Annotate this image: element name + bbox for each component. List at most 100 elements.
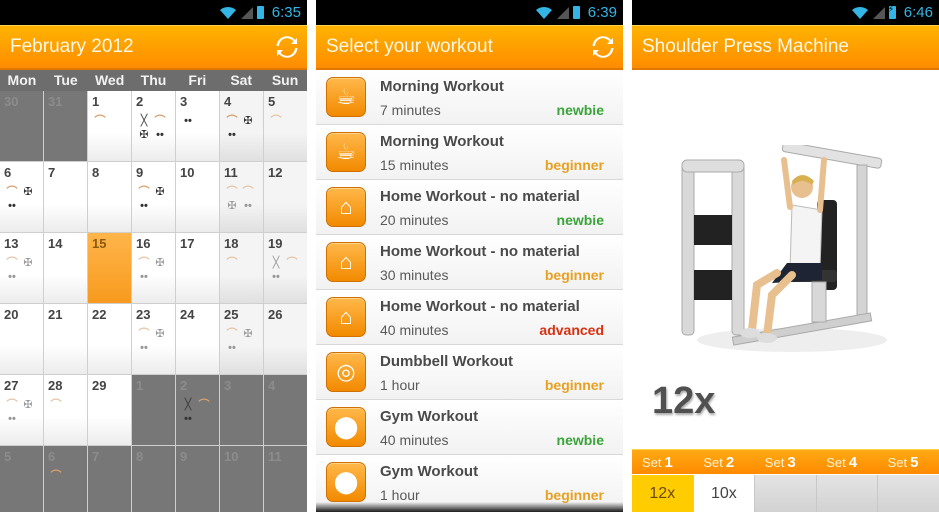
workout-level-badge: newbie <box>556 211 604 228</box>
calendar-day[interactable]: 10 <box>176 162 219 232</box>
calendar-day[interactable]: 6 ⌒ ✠ •• <box>0 162 43 232</box>
calendar-day[interactable]: 1 ⌒ <box>88 91 131 161</box>
set-reps-cell[interactable] <box>755 475 816 512</box>
workout-icons: ⌒ ✠ •• <box>225 115 260 141</box>
workout-duration: 7 minutes <box>380 101 441 118</box>
bike-icon: ✠ <box>155 186 165 198</box>
calendar-day[interactable]: 2 ╳ ⌒ ✠ •• <box>132 91 175 161</box>
set-label[interactable]: Set 5 <box>878 454 939 471</box>
calendar-day[interactable]: 20 <box>0 304 43 374</box>
day-number: 20 <box>4 307 19 322</box>
dumbbell-icon: •• <box>184 115 192 127</box>
day-number: 29 <box>92 378 107 393</box>
calendar-day[interactable]: 21 <box>44 304 87 374</box>
set-reps-cell[interactable] <box>878 475 939 512</box>
workout-list-item[interactable]: ⬤ Gym Workout 40 minutes newbie <box>316 400 623 455</box>
set-number: 2 <box>725 453 735 471</box>
day-number: 16 <box>136 236 151 251</box>
day-number: 7 <box>92 449 100 464</box>
set-label[interactable]: Set 1 <box>632 454 693 471</box>
workout-list-item[interactable]: ⌂ Home Workout - no material 20 minutes new… <box>316 180 623 235</box>
calendar-day[interactable]: 24 <box>176 304 219 374</box>
calendar-day[interactable]: 10 <box>220 446 263 512</box>
workout-list-item[interactable]: ⌂ Home Workout - no material 30 minutes beg… <box>316 235 623 290</box>
calendar-day[interactable]: 23 ⌒ ✠ •• <box>132 304 175 374</box>
workout-list-item[interactable]: ◎ Dumbbell Workout 1 hour beginner <box>316 345 623 400</box>
calendar-day[interactable]: 29 <box>88 375 131 445</box>
day-number: 2 <box>136 94 144 109</box>
workout-duration: 40 minutes <box>380 321 449 338</box>
battery-icon <box>256 6 264 19</box>
calendar-day[interactable]: 4 <box>264 375 307 445</box>
workout-level-badge: advanced <box>539 321 604 338</box>
battery-charging-icon <box>888 4 896 19</box>
day-number: 10 <box>180 165 195 180</box>
workout-list-item[interactable]: ☕ Morning Workout 7 minutes newbie <box>316 70 623 125</box>
day-number: 18 <box>224 236 239 251</box>
arm-icon: ⌒ <box>226 186 238 198</box>
calendar-day[interactable]: 5 <box>0 446 43 512</box>
house-icon: ⌂ <box>326 297 366 337</box>
set-number: 4 <box>848 453 858 471</box>
calendar-day[interactable]: 17 <box>176 233 219 303</box>
calendar-day-today[interactable]: 15 <box>88 233 131 303</box>
workout-list-item[interactable]: ☕ Morning Workout 15 minutes beginner <box>316 125 623 180</box>
workout-list-item[interactable]: ⌂ Home Workout - no material 40 minutes adv… <box>316 290 623 345</box>
calendar-day[interactable]: 31 <box>44 91 87 161</box>
refresh-icon[interactable] <box>591 35 615 59</box>
calendar-day[interactable]: 11 ⌒ ⌒ ✠ •• <box>220 162 263 232</box>
calendar-day[interactable]: 4 ⌒ ✠ •• <box>220 91 263 161</box>
calendar-day[interactable]: 25 ⌒ ✠ •• <box>220 304 263 374</box>
calendar-day[interactable]: 3 <box>220 375 263 445</box>
calendar-day[interactable]: 14 <box>44 233 87 303</box>
dumbbell-icon: •• <box>8 271 16 283</box>
calendar-day[interactable]: 30 <box>0 91 43 161</box>
workout-icons: ⌒ ✠ •• <box>137 328 172 354</box>
calendar-day[interactable]: 18 ⌒ <box>220 233 263 303</box>
calendar-day[interactable]: 1 <box>132 375 175 445</box>
workout-icons: ⌒ ✠ •• <box>5 257 40 283</box>
calendar-day[interactable]: 6 ⌒ <box>44 446 87 512</box>
page-title: Shoulder Press Machine <box>642 36 849 57</box>
set-label[interactable]: Set 3 <box>755 454 816 471</box>
calendar-day[interactable]: 2 ╳ ⌒ •• <box>176 375 219 445</box>
set-reps-cell[interactable] <box>816 475 878 512</box>
refresh-icon[interactable] <box>275 35 299 59</box>
arm-icon: ⌒ <box>226 328 238 340</box>
day-number: 24 <box>180 307 195 322</box>
day-number: 11 <box>224 165 238 180</box>
calendar-day[interactable]: 27 ⌒ ✠ •• <box>0 375 43 445</box>
set-label[interactable]: Set 4 <box>816 454 877 471</box>
calendar-day[interactable]: 26 <box>264 304 307 374</box>
set-label[interactable]: Set 2 <box>693 454 754 471</box>
bike-icon: ✠ <box>243 328 253 340</box>
day-number: 14 <box>48 236 63 251</box>
calendar-day[interactable]: 28 ⌒ <box>44 375 87 445</box>
day-number: 8 <box>136 449 144 464</box>
set-number: 5 <box>910 453 919 471</box>
calendar-day[interactable]: 19 ╳ ⌒ •• <box>264 233 307 303</box>
calendar-day[interactable]: 7 <box>44 162 87 232</box>
calendar-day[interactable]: 5 ⌒ <box>264 91 307 161</box>
calendar-day[interactable]: 9 <box>176 446 219 512</box>
bike-icon: ✠ <box>139 129 149 141</box>
set-reps-cell[interactable]: 12x <box>632 475 693 512</box>
status-bar: 6:39 <box>316 0 623 25</box>
calendar-day[interactable]: 9 ⌒ ✠ •• <box>132 162 175 232</box>
set-reps-cell[interactable]: 10x <box>693 475 755 512</box>
calendar-day[interactable]: 7 <box>88 446 131 512</box>
calendar-day[interactable]: 22 <box>88 304 131 374</box>
calendar-day[interactable]: 3 •• <box>176 91 219 161</box>
status-time: 6:39 <box>587 4 617 21</box>
calendar-grid: 30 31 1 ⌒ 2 ╳ ⌒ ✠ •• 3 •• 4 ⌒ ✠ •• 5 ⌒ 6 ⌒ ✠ •• 7 8 9 ⌒ ✠ •• 10 11 ⌒ ⌒… <box>0 91 307 512</box>
calendar-day[interactable]: 16 ⌒ ✠ •• <box>132 233 175 303</box>
set-number: 3 <box>787 453 796 471</box>
workout-icons: ⌒ <box>49 399 84 411</box>
calendar-day[interactable]: 8 <box>88 162 131 232</box>
arm-icon: ⌒ <box>50 399 62 411</box>
calendar-day[interactable]: 11 <box>264 446 307 512</box>
calendar-day[interactable]: 12 <box>264 162 307 232</box>
day-number: 1 <box>92 94 100 109</box>
calendar-day[interactable]: 13 ⌒ ✠ •• <box>0 233 43 303</box>
calendar-day[interactable]: 8 <box>132 446 175 512</box>
